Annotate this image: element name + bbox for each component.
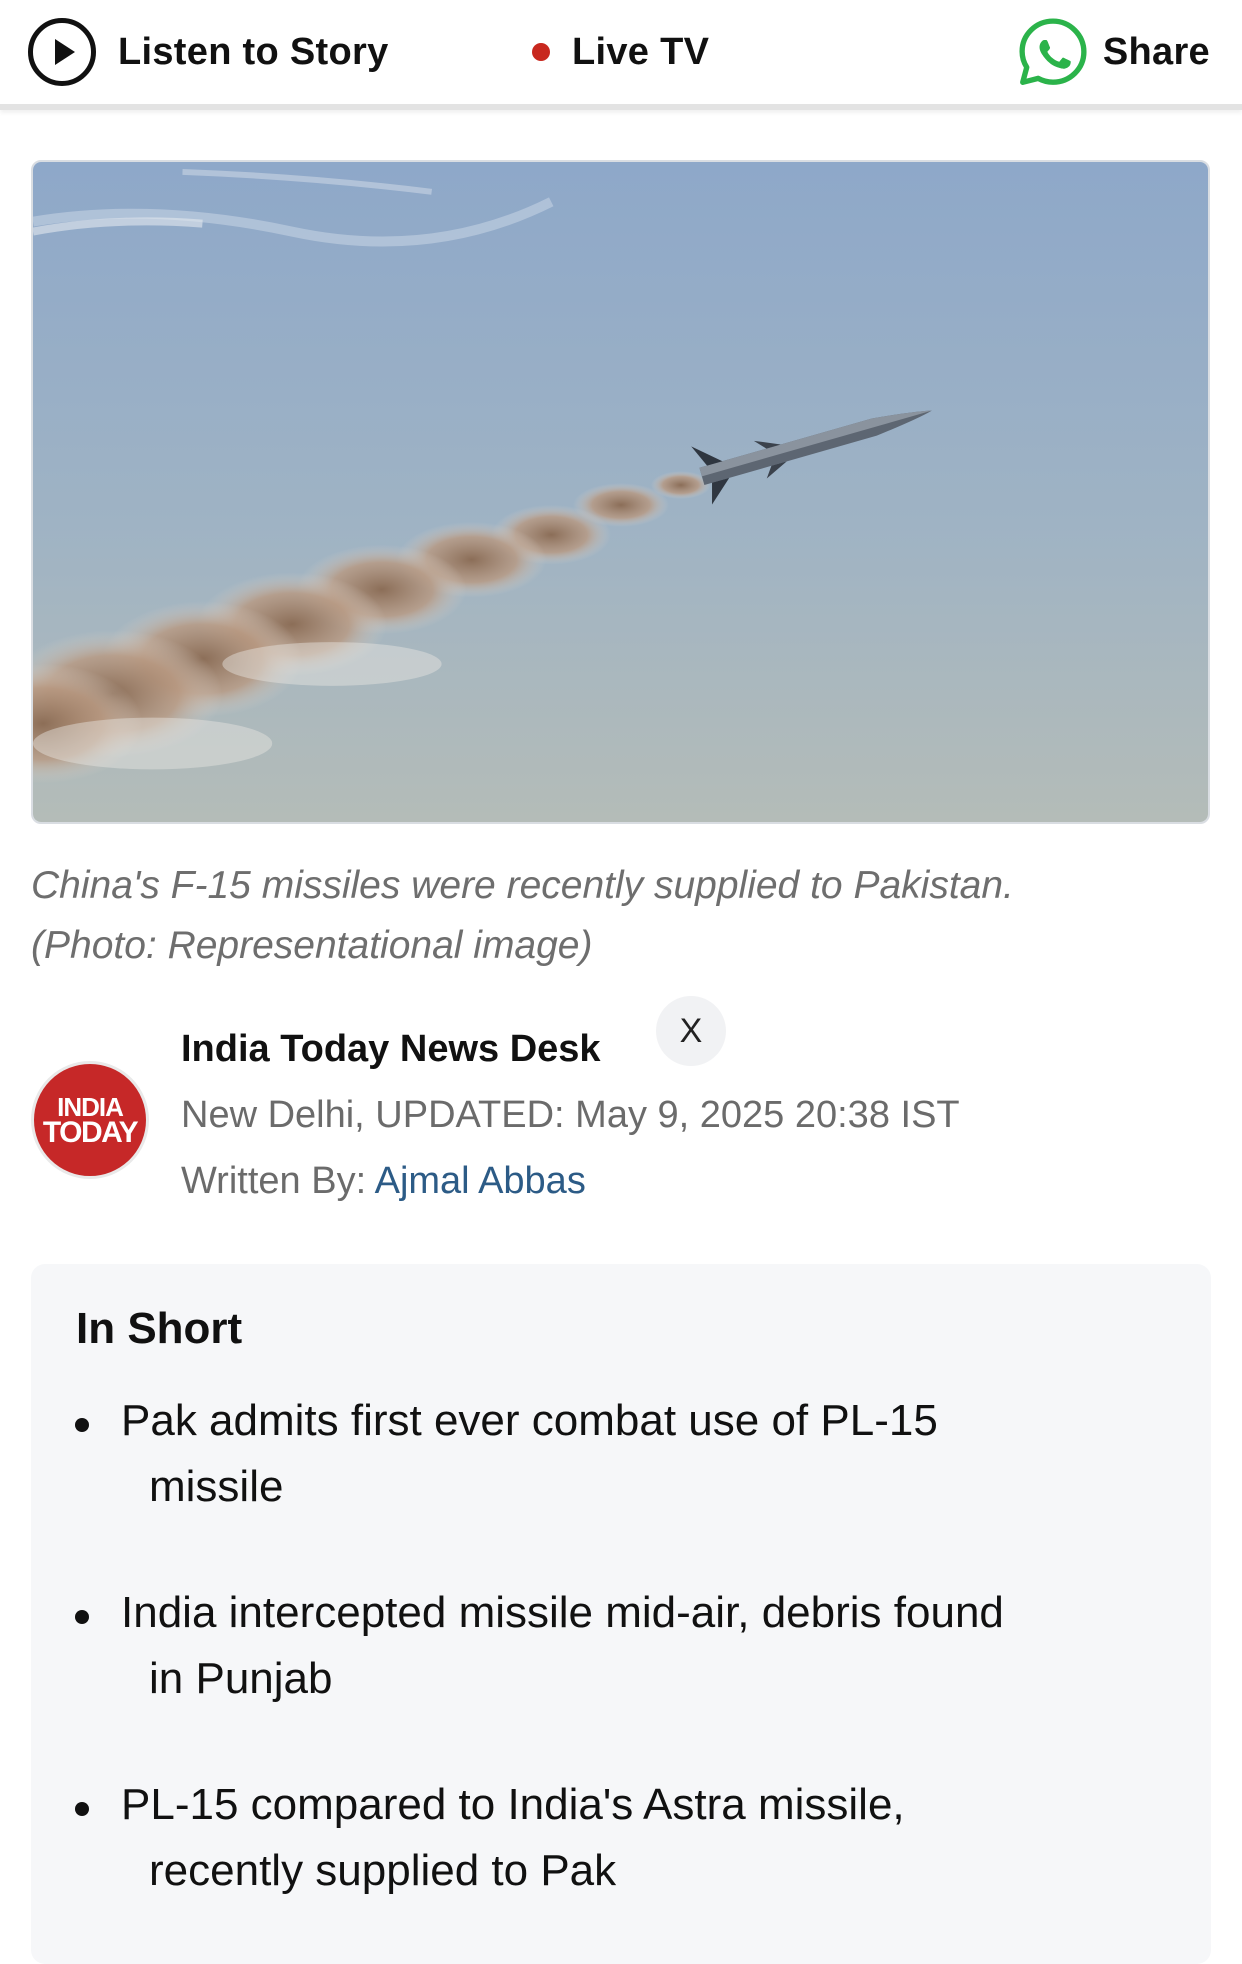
written-by-prefix: Written By: xyxy=(181,1160,367,1202)
play-icon xyxy=(28,18,96,86)
top-action-bar: Listen to Story Live TV Share xyxy=(0,0,1242,110)
listen-to-story-button[interactable]: Listen to Story xyxy=(28,0,389,104)
india-today-logo[interactable]: INDIA TODAY xyxy=(31,1061,149,1179)
live-dot-icon xyxy=(532,43,550,61)
caption-line-2: (Photo: Representational image) xyxy=(31,924,593,967)
in-short-item: Pak admits first ever combat use of PL-1… xyxy=(31,1388,1211,1520)
logo-text-line-2: TODAY xyxy=(42,1116,139,1149)
writer-link[interactable]: Ajmal Abbas xyxy=(375,1160,586,1202)
in-short-item-line-1: Pak admits first ever combat use of PL-1… xyxy=(121,1396,938,1445)
live-tv-button[interactable]: Live TV xyxy=(532,0,709,104)
whatsapp-icon xyxy=(1019,18,1087,85)
in-short-box: In Short Pak admits first ever combat us… xyxy=(31,1264,1211,1964)
hero-image xyxy=(31,160,1210,824)
in-short-item: India intercepted missile mid-air, debri… xyxy=(31,1580,1211,1712)
in-short-item-line-2: missile xyxy=(149,1462,284,1511)
listen-label: Listen to Story xyxy=(118,30,389,73)
in-short-list: Pak admits first ever combat use of PL-1… xyxy=(31,1388,1211,1964)
in-short-item: PL-15 compared to India's Astra missile,… xyxy=(31,1772,1211,1904)
written-by: Written By: Ajmal Abbas xyxy=(181,1160,586,1203)
live-tv-label: Live TV xyxy=(572,30,710,73)
in-short-item-line-1: India intercepted missile mid-air, debri… xyxy=(121,1588,1004,1637)
in-short-item-line-2: in Punjab xyxy=(149,1654,333,1703)
x-logo-icon: X xyxy=(679,1011,703,1050)
image-caption: China's F-15 missiles were recently supp… xyxy=(31,856,1211,976)
article-meta: New Delhi, UPDATED: May 9, 2025 20:38 IS… xyxy=(181,1094,960,1137)
caption-line-1: China's F-15 missiles were recently supp… xyxy=(31,864,1014,907)
author-name[interactable]: India Today News Desk xyxy=(181,1028,601,1071)
in-short-title: In Short xyxy=(76,1304,243,1353)
dateline-location: New Delhi, xyxy=(181,1094,365,1136)
x-social-button[interactable]: X xyxy=(656,996,726,1066)
share-button[interactable]: Share xyxy=(1015,0,1210,104)
share-label: Share xyxy=(1102,30,1210,73)
in-short-item-line-1: PL-15 compared to India's Astra missile, xyxy=(121,1780,905,1829)
updated-timestamp: UPDATED: May 9, 2025 20:38 IST xyxy=(375,1094,960,1136)
missile-photo xyxy=(33,162,1208,822)
in-short-item-line-2: recently supplied to Pak xyxy=(149,1846,617,1895)
